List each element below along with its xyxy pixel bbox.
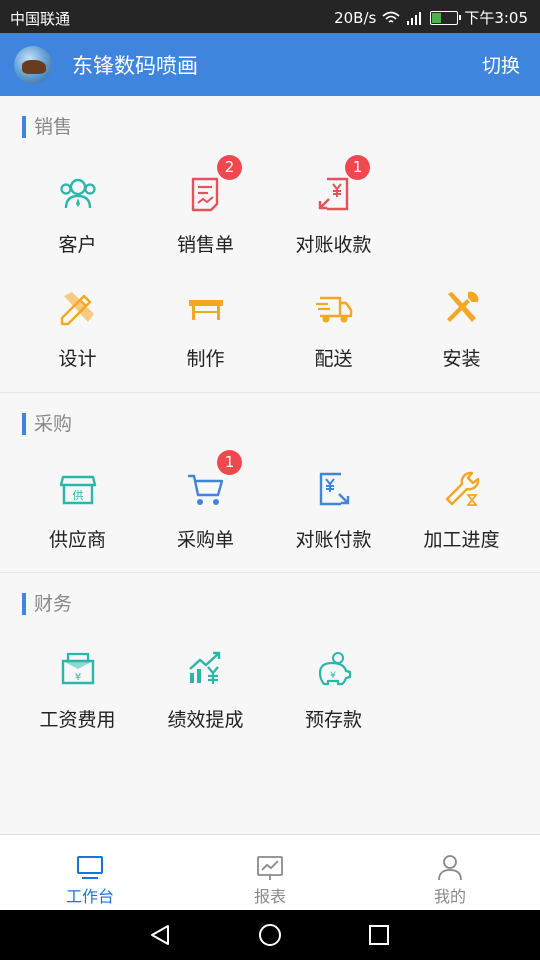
grid-item-supplier[interactable]: 供 供应商 — [10, 469, 145, 579]
tab-report[interactable]: 报表 — [180, 835, 360, 911]
recents-icon[interactable] — [368, 924, 390, 946]
item-label: 工资费用 — [39, 709, 116, 731]
workbench-monitor-icon — [77, 856, 103, 879]
reconcile-receipt-icon — [318, 177, 349, 211]
signal-icon — [407, 11, 422, 25]
item-label: 设计 — [58, 348, 97, 370]
section-purchase: 采购 供 供应商 1 采购单 对账付款 加工进度 — [0, 393, 540, 573]
grid-item-sales-order[interactable]: 2 销售单 — [138, 155, 273, 284]
system-nav-bar — [0, 910, 540, 960]
install-tools-icon — [447, 291, 479, 322]
svg-text:¥: ¥ — [330, 671, 336, 681]
home-icon[interactable] — [258, 923, 282, 947]
app-header: 东锋数码喷画 切换 — [0, 33, 540, 96]
grid-item-production[interactable]: 制作 — [138, 288, 273, 398]
item-label: 制作 — [186, 348, 225, 370]
carrier-label: 中国联通 — [10, 10, 71, 28]
grid-item-install[interactable]: 安装 — [394, 288, 529, 398]
reconcile-payment-icon — [319, 472, 350, 506]
salary-envelope-icon: ¥ — [61, 652, 95, 685]
grid-item-design[interactable]: 设计 — [10, 288, 145, 398]
grid-item-delivery[interactable]: 配送 — [266, 288, 401, 398]
switch-button[interactable]: 切换 — [482, 51, 520, 78]
grid-item-reconcile-payment[interactable]: 对账付款 — [266, 469, 401, 579]
item-label: 采购单 — [176, 529, 234, 551]
back-icon[interactable] — [148, 923, 172, 947]
tab-profile[interactable]: 我的 — [360, 835, 540, 911]
report-chart-icon — [257, 856, 283, 880]
item-label: 客户 — [58, 234, 97, 256]
item-label: 绩效提成 — [167, 709, 244, 731]
item-label: 安装 — [442, 348, 481, 370]
performance-chart-icon — [189, 651, 221, 684]
section-title: 财务 — [22, 593, 72, 615]
avatar[interactable] — [14, 46, 52, 84]
tab-label: 我的 — [433, 887, 466, 906]
status-bar: 中国联通 20B/s 下午3:05 — [0, 0, 540, 33]
svg-text:¥: ¥ — [75, 672, 81, 683]
sales-order-icon — [191, 177, 219, 212]
piggy-bank-icon: ¥ — [318, 652, 352, 686]
design-icon — [60, 292, 94, 326]
grid-item-performance[interactable]: 绩效提成 — [138, 649, 273, 759]
shopping-cart-icon — [188, 474, 224, 505]
svg-text:供: 供 — [73, 488, 84, 502]
section-sales: 销售 客户 2 销售单 1 对账收款 设计 制作 配送 安装 — [0, 96, 540, 393]
network-speed: 20B/s — [334, 8, 377, 27]
item-label: 配送 — [314, 348, 353, 370]
profile-person-icon — [438, 855, 462, 881]
section-title: 销售 — [22, 116, 72, 138]
bottom-nav: 工作台 报表 我的 — [0, 834, 540, 910]
grid-item-purchase-order[interactable]: 1 采购单 — [138, 450, 273, 579]
clock: 下午3:05 — [464, 9, 528, 27]
section-title: 采购 — [22, 413, 72, 435]
item-label: 预存款 — [304, 709, 362, 731]
page-title: 东锋数码喷画 — [72, 54, 198, 78]
item-label: 加工进度 — [423, 529, 500, 551]
section-finance: 财务 ¥ 工资费用 绩效提成 ¥ 预存款 — [0, 573, 540, 834]
badge-count: 1 — [217, 450, 242, 475]
grid-item-salary[interactable]: ¥ 工资费用 — [10, 649, 145, 759]
grid-item-reconcile-receipt[interactable]: 1 对账收款 — [266, 155, 401, 284]
tab-workbench[interactable]: 工作台 — [0, 835, 180, 911]
tab-label: 报表 — [253, 887, 286, 906]
grid-item-customers[interactable]: 客户 — [10, 174, 145, 284]
item-label: 销售单 — [176, 234, 234, 256]
item-label: 供应商 — [48, 529, 106, 551]
production-icon — [189, 300, 223, 320]
tab-label: 工作台 — [65, 887, 114, 906]
item-label: 对账付款 — [295, 529, 372, 551]
customers-icon — [60, 178, 96, 209]
badge-count: 2 — [217, 155, 242, 180]
grid-item-prepaid[interactable]: ¥ 预存款 — [266, 649, 401, 759]
badge-count: 1 — [345, 155, 370, 180]
item-label: 对账收款 — [295, 234, 372, 256]
processing-wrench-icon — [445, 471, 480, 506]
supplier-shop-icon: 供 — [59, 475, 97, 505]
battery-icon — [430, 10, 462, 25]
status-right: 20B/s 下午3:05 — [334, 7, 528, 28]
delivery-truck-icon — [316, 296, 353, 323]
wifi-icon — [382, 11, 400, 23]
grid-item-processing[interactable]: 加工进度 — [394, 469, 529, 579]
